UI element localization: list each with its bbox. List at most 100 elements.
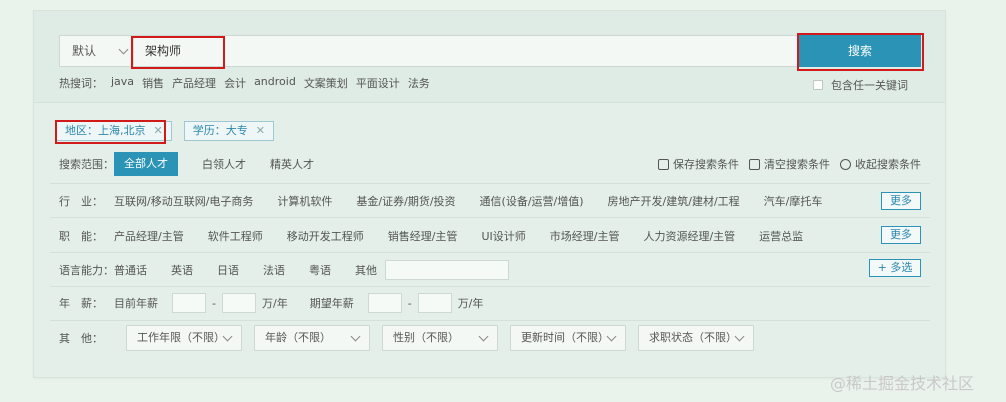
position-option[interactable]: 市场经理/主管 (550, 228, 620, 244)
search-button-highlight-box (797, 33, 924, 71)
language-option[interactable]: 法语 (263, 262, 285, 278)
any-keyword-label: 包含任一关键词 (831, 79, 908, 92)
divider (50, 320, 930, 321)
language-multi-button[interactable]: + 多选 (869, 259, 921, 277)
scope-option-elite[interactable]: 精英人才 (270, 156, 314, 172)
collapse-search-label: 收起搜索条件 (855, 158, 921, 171)
current-salary-label: 目前年薪 (114, 297, 158, 310)
search-type-select[interactable]: 默认 (60, 36, 134, 66)
region-highlight-box (55, 120, 166, 144)
dropdown-label: 更新时间（不限） (521, 331, 609, 344)
filter-tag-education[interactable]: 学历：大专 ✕ (183, 121, 274, 141)
update-time-dropdown[interactable]: 更新时间（不限） (510, 325, 626, 351)
scope-label: 搜索范围： (59, 158, 114, 171)
collapse-search-button[interactable]: 收起搜索条件 (840, 156, 921, 172)
divider (50, 217, 930, 218)
salary-label: 年 薪： (59, 297, 103, 310)
search-actions: 保存搜索条件 清空搜索条件 收起搜索条件 (658, 156, 921, 172)
chevron-down-icon (118, 44, 129, 55)
salary-row: 年 薪： 目前年薪 - 万/年 期望年薪 - 万/年 (59, 293, 483, 313)
current-salary-min-input[interactable] (172, 293, 206, 313)
expected-salary-label: 期望年薪 (309, 297, 354, 310)
language-label: 语言能力： (59, 264, 114, 277)
search-scope-row: 搜索范围： 全部人才 白领人才 精英人才 (59, 152, 338, 176)
language-row: 语言能力： 普通话 英语 日语 法语 粤语 其他 (59, 260, 509, 280)
current-salary-max-input[interactable] (221, 293, 256, 313)
any-keyword-checkbox[interactable] (813, 80, 823, 90)
industry-option[interactable]: 基金/证券/期货/投资 (356, 193, 455, 209)
industry-more-button[interactable]: 更多 (881, 192, 921, 210)
industry-option[interactable]: 房地产开发/建筑/建材/工程 (608, 193, 740, 209)
divider (50, 286, 930, 287)
range-dash: - (212, 296, 216, 310)
hot-words: 热搜词： java 销售 产品经理 会计 android 文案策划 平面设计 法… (59, 75, 430, 91)
position-option[interactable]: 软件工程师 (208, 228, 263, 244)
chevron-down-icon (350, 331, 361, 342)
hot-word[interactable]: android (254, 75, 296, 91)
industry-option[interactable]: 互联网/移动互联网/电子商务 (114, 193, 253, 209)
dropdown-label: 性别（不限） (393, 331, 459, 344)
scope-option-white-collar[interactable]: 白领人才 (202, 156, 246, 172)
search-panel: 默认 架构师 搜索 热搜词： java 销售 产品经理 会计 android 文… (33, 10, 946, 378)
language-option[interactable]: 普通话 (114, 262, 147, 278)
expected-salary-max-input[interactable] (417, 293, 452, 313)
industry-option[interactable]: 汽车/摩托车 (764, 193, 823, 209)
industry-label: 行 业： (59, 195, 103, 208)
divider (50, 252, 930, 253)
hot-word[interactable]: java (111, 75, 134, 91)
industry-option[interactable]: 计算机软件 (277, 193, 332, 209)
filter-education-text: 学历：大专 (192, 124, 248, 137)
dropdown-label: 求职状态（不限） (649, 331, 737, 344)
scope-option-all[interactable]: 全部人才 (114, 152, 178, 176)
clear-search-button[interactable]: 清空搜索条件 (749, 156, 830, 172)
range-dash: - (407, 296, 412, 310)
other-row: 其 他： 工作年限（不限） 年龄（不限） 性别（不限） 更新时间（不限） 求职状… (59, 325, 766, 351)
hot-words-label: 热搜词： (59, 77, 103, 90)
age-dropdown[interactable]: 年龄（不限） (254, 325, 370, 351)
watermark: @稀土掘金技术社区 (830, 374, 975, 393)
job-status-dropdown[interactable]: 求职状态（不限） (638, 325, 754, 351)
salary-unit: 万/年 (457, 297, 484, 310)
save-search-label: 保存搜索条件 (673, 158, 739, 171)
any-keyword-option[interactable]: 包含任一关键词 (813, 77, 908, 93)
dropdown-label: 工作年限（不限） (137, 331, 225, 344)
chevron-up-icon (840, 158, 851, 170)
search-type-label: 默认 (72, 44, 97, 58)
chevron-down-icon (478, 331, 489, 342)
divider (50, 183, 930, 184)
hot-word[interactable]: 法务 (408, 75, 430, 91)
position-option[interactable]: 销售经理/主管 (388, 228, 458, 244)
keyword-highlight-box (131, 36, 225, 69)
position-option[interactable]: 运营总监 (759, 228, 803, 244)
save-search-button[interactable]: 保存搜索条件 (658, 156, 739, 172)
work-years-dropdown[interactable]: 工作年限（不限） (126, 325, 242, 351)
language-option[interactable]: 粤语 (309, 262, 331, 278)
industry-row: 行 业： 互联网/移动互联网/电子商务 计算机软件 基金/证券/期货/投资 通信… (59, 193, 846, 209)
hot-word[interactable]: 产品经理 (172, 75, 216, 91)
save-icon (658, 158, 669, 170)
other-label: 其 他： (59, 332, 103, 345)
position-label: 职 能： (59, 230, 103, 243)
hot-word[interactable]: 文案策划 (304, 75, 348, 91)
industry-option[interactable]: 通信(设备/运营/增值) (480, 193, 584, 209)
position-option[interactable]: 人力资源经理/主管 (643, 228, 735, 244)
language-option-other[interactable]: 其他 (355, 262, 377, 278)
language-option[interactable]: 日语 (217, 262, 239, 278)
salary-unit: 万/年 (261, 297, 288, 310)
clear-search-label: 清空搜索条件 (764, 158, 830, 171)
trash-icon (749, 158, 760, 170)
close-icon[interactable]: ✕ (256, 122, 265, 140)
hot-word[interactable]: 销售 (142, 75, 164, 91)
position-row: 职 能： 产品经理/主管 软件工程师 移动开发工程师 销售经理/主管 UI设计师… (59, 228, 827, 244)
position-option[interactable]: 产品经理/主管 (114, 228, 184, 244)
position-option[interactable]: 移动开发工程师 (287, 228, 364, 244)
position-option[interactable]: UI设计师 (481, 228, 525, 244)
dropdown-label: 年龄（不限） (265, 331, 331, 344)
language-other-input[interactable] (385, 260, 509, 280)
language-option[interactable]: 英语 (171, 262, 193, 278)
gender-dropdown[interactable]: 性别（不限） (382, 325, 498, 351)
hot-word[interactable]: 平面设计 (356, 75, 400, 91)
expected-salary-min-input[interactable] (367, 293, 402, 313)
hot-word[interactable]: 会计 (224, 75, 246, 91)
position-more-button[interactable]: 更多 (881, 226, 921, 244)
